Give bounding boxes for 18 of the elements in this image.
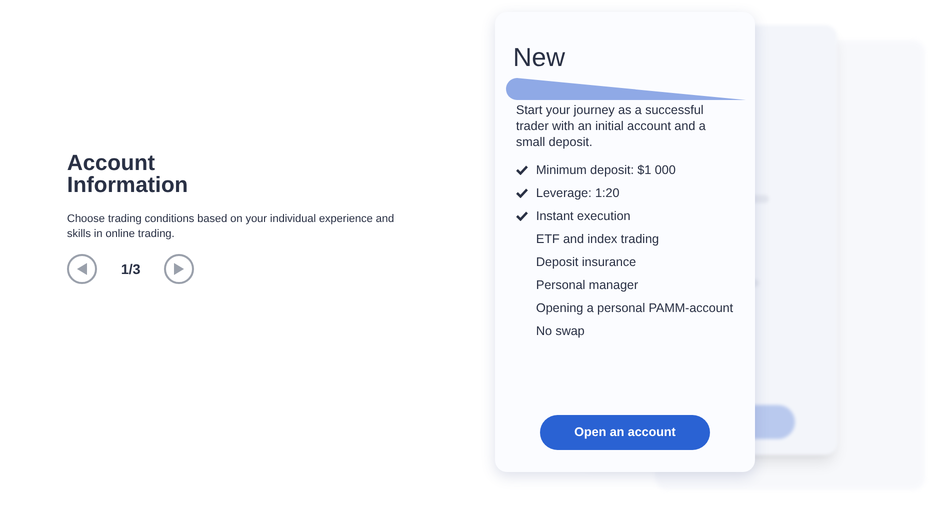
previous-button[interactable] — [67, 254, 97, 284]
feature-label: Deposit insurance — [536, 254, 636, 271]
plan-description: Start your journey as a successful trader with an initial account and a small deposit. — [516, 102, 707, 150]
feature-label: ETF and index trading — [536, 230, 659, 248]
section-description: Choose trading conditions based on your individual experience and skills in online trading. — [67, 212, 396, 242]
feature-label: Minimum deposit: $1 000 — [536, 162, 676, 179]
feature-label: Opening a personal PAMM-account — [536, 300, 734, 317]
section-title: Account Information — [67, 152, 189, 196]
open-account-button[interactable]: Open an account — [540, 415, 710, 450]
page-counter: 1/3 — [121, 260, 140, 278]
feature-label: Personal manager — [536, 276, 638, 294]
feature-label: Leverage: 1:20 — [536, 184, 620, 202]
right-triangle-icon — [174, 263, 184, 275]
left-triangle-icon — [77, 263, 87, 275]
feature-label: No swap — [536, 322, 585, 340]
next-button[interactable] — [164, 254, 194, 284]
plan-title: New — [513, 42, 566, 72]
feature-label: Instant execution — [536, 208, 631, 225]
